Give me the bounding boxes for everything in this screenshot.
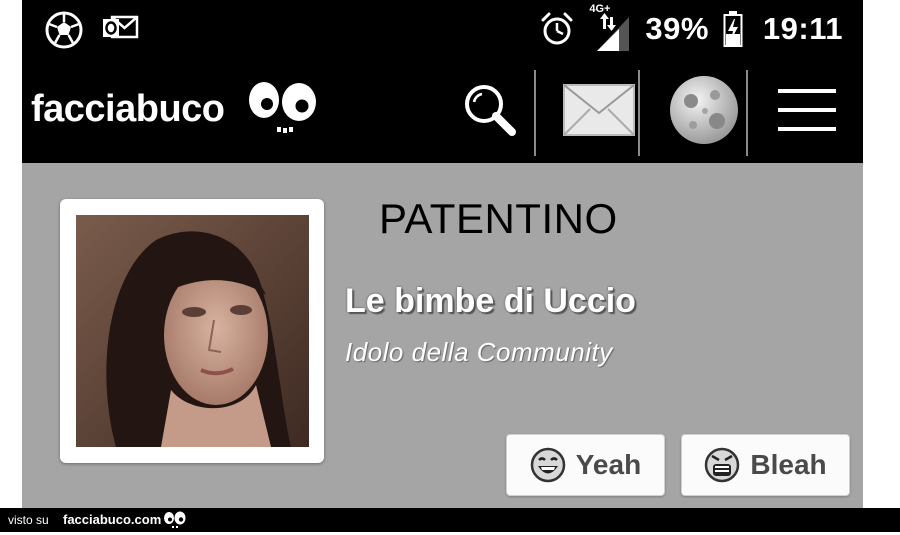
header-divider <box>638 70 640 156</box>
disgusted-face-icon <box>704 447 740 483</box>
user-name[interactable]: Le bimbe di Uccio <box>345 282 636 321</box>
alarm-icon <box>539 11 575 47</box>
laughing-face-icon <box>530 447 566 483</box>
profile-photo-frame <box>60 199 324 463</box>
mail-icon <box>562 83 636 137</box>
credit-bar: visto su facciabuco.com <box>0 508 900 532</box>
logo-eyes-icon <box>247 80 319 143</box>
bleah-button[interactable]: Bleah <box>681 434 850 496</box>
header-divider <box>534 70 536 156</box>
signal-icon: 4G+ <box>589 3 631 51</box>
profile-avatar-button[interactable] <box>650 68 758 152</box>
menu-icon <box>776 86 838 134</box>
credit-site[interactable]: facciabuco.com <box>63 512 161 527</box>
card-title: PATENTINO <box>379 195 618 242</box>
status-bar: 4G+ 39% 19:11 <box>22 0 863 58</box>
messages-button[interactable] <box>546 68 652 152</box>
credit-prefix: visto su <box>8 513 49 527</box>
app-header: facciabuco <box>22 58 863 163</box>
header-divider <box>746 70 748 156</box>
credit-eyes-icon <box>163 510 187 535</box>
soccer-ball-icon <box>44 10 84 55</box>
search-icon <box>460 80 520 140</box>
facciabuco-logo-text[interactable]: facciabuco <box>31 88 225 131</box>
yeah-button[interactable]: Yeah <box>506 434 665 496</box>
battery-charging-icon <box>723 11 743 47</box>
yeah-label: Yeah <box>575 449 642 480</box>
battery-percent: 39% <box>645 11 709 46</box>
user-rank: Idolo della Community <box>345 337 613 367</box>
search-button[interactable] <box>454 68 526 152</box>
menu-button[interactable] <box>762 68 852 152</box>
moon-avatar-icon <box>667 73 741 147</box>
bleah-label: Bleah <box>750 449 827 480</box>
outlook-notification-icon <box>101 12 139 49</box>
app-frame: 4G+ 39% 19:11 facciabuco PATENTINO Le bi… <box>22 0 863 508</box>
profile-photo[interactable] <box>76 215 309 447</box>
clock-time: 19:11 <box>762 11 843 46</box>
status-right-group: 4G+ 39% 19:11 <box>539 0 843 58</box>
